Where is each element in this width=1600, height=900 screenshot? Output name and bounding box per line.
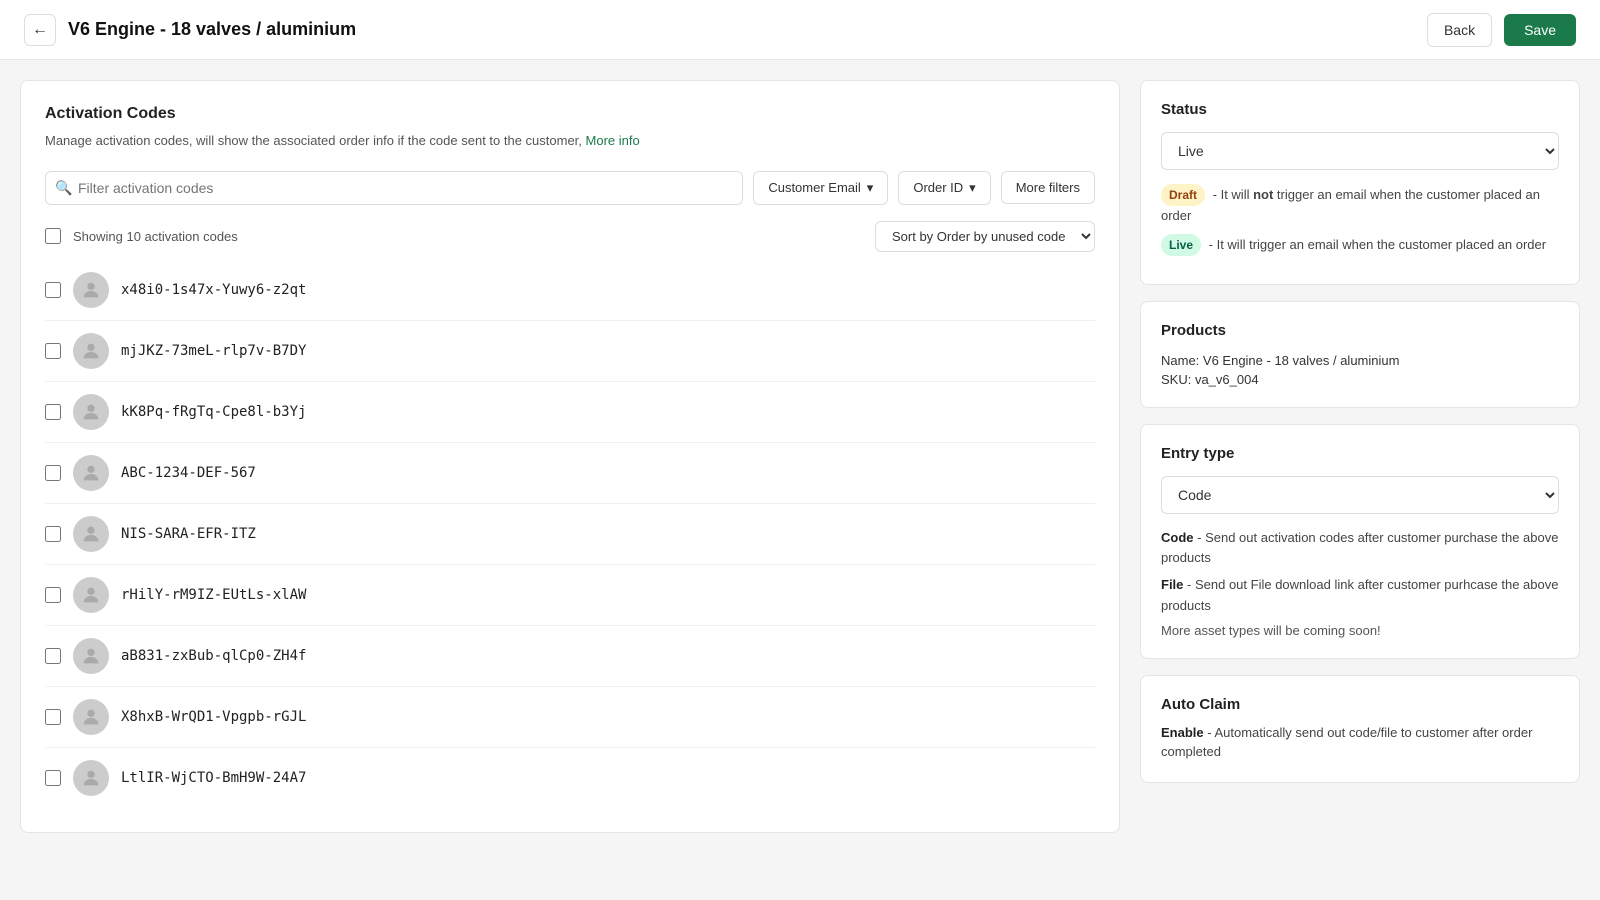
activation-code: ABC-1234-DEF-567 (121, 465, 256, 481)
codes-header-row: Showing 10 activation codes (45, 224, 238, 248)
avatar (73, 272, 109, 308)
products-title: Products (1161, 322, 1559, 339)
top-bar-left: ← V6 Engine - 18 valves / aluminium (24, 14, 356, 46)
table-row: kK8Pq-fRgTq-Cpe8l-b3Yj (45, 381, 1095, 442)
file-entry-desc: File - Send out File download link after… (1161, 575, 1559, 617)
activation-codes-description: Manage activation codes, will show the a… (45, 131, 1095, 151)
live-badge: Live (1161, 234, 1201, 256)
auto-claim-description: Enable - Automatically send out code/fil… (1161, 723, 1559, 762)
table-row: NIS-SARA-EFR-ITZ (45, 503, 1095, 564)
product-name: Name: V6 Engine - 18 valves / aluminium (1161, 353, 1559, 368)
table-row: mjJKZ-73meL-rlp7v-B7DY (45, 320, 1095, 381)
codes-count: Showing 10 activation codes (73, 229, 238, 244)
status-title: Status (1161, 101, 1559, 118)
right-panel: Status Live Draft Draft - It will not tr… (1140, 80, 1580, 833)
avatar (73, 699, 109, 735)
row-checkbox[interactable] (45, 587, 61, 603)
back-icon-button[interactable]: ← (24, 14, 56, 46)
chevron-down-icon: ▾ (969, 180, 976, 196)
search-icon: 🔍 (55, 179, 72, 196)
chevron-down-icon: ▾ (867, 180, 874, 196)
table-row: LtlIR-WjCTO-BmH9W-24A7 (45, 747, 1095, 808)
avatar (73, 333, 109, 369)
status-select[interactable]: Live Draft (1161, 132, 1559, 170)
entry-type-select[interactable]: Code File (1161, 476, 1559, 514)
draft-status-desc: Draft - It will not trigger an email whe… (1161, 184, 1559, 226)
more-info-link[interactable]: More info (586, 133, 640, 148)
row-checkbox[interactable] (45, 343, 61, 359)
avatar (73, 577, 109, 613)
row-checkbox[interactable] (45, 770, 61, 786)
activation-code: NIS-SARA-EFR-ITZ (121, 526, 256, 542)
table-row: rHilY-rM9IZ-EUtLs-xlAW (45, 564, 1095, 625)
row-checkbox[interactable] (45, 282, 61, 298)
row-checkbox[interactable] (45, 709, 61, 725)
activation-code: LtlIR-WjCTO-BmH9W-24A7 (121, 770, 306, 786)
entry-type-card: Entry type Code File Code - Send out act… (1140, 424, 1580, 659)
table-row: X8hxB-WrQD1-Vpgpb-rGJL (45, 686, 1095, 747)
avatar (73, 638, 109, 674)
save-button[interactable]: Save (1504, 14, 1576, 46)
row-checkbox[interactable] (45, 648, 61, 664)
auto-claim-card: Auto Claim Enable - Automatically send o… (1140, 675, 1580, 783)
avatar (73, 760, 109, 796)
codes-toolbar: Showing 10 activation codes Sort by Orde… (45, 221, 1095, 252)
search-input[interactable] (45, 171, 743, 205)
code-entry-desc: Code - Send out activation codes after c… (1161, 528, 1559, 570)
live-status-desc: Live - It will trigger an email when the… (1161, 234, 1559, 256)
activation-code: aB831-zxBub-qlCp0-ZH4f (121, 648, 306, 664)
table-row: aB831-zxBub-qlCp0-ZH4f (45, 625, 1095, 686)
activation-codes-title: Activation Codes (45, 105, 1095, 123)
product-sku: SKU: va_v6_004 (1161, 372, 1559, 387)
table-row: x48i0-1s47x-Yuwy6-z2qt (45, 260, 1095, 320)
activation-code: mjJKZ-73meL-rlp7v-B7DY (121, 343, 306, 359)
draft-badge: Draft (1161, 184, 1205, 206)
avatar (73, 516, 109, 552)
codes-list: x48i0-1s47x-Yuwy6-z2qt mjJKZ-73meL-rlp7v… (45, 260, 1095, 808)
row-checkbox[interactable] (45, 465, 61, 481)
row-checkbox[interactable] (45, 526, 61, 542)
auto-claim-title: Auto Claim (1161, 696, 1559, 713)
activation-code: kK8Pq-fRgTq-Cpe8l-b3Yj (121, 404, 306, 420)
products-card: Products Name: V6 Engine - 18 valves / a… (1140, 301, 1580, 408)
top-bar: ← V6 Engine - 18 valves / aluminium Back… (0, 0, 1600, 60)
table-row: ABC-1234-DEF-567 (45, 442, 1095, 503)
back-button[interactable]: Back (1427, 13, 1492, 47)
entry-coming-soon: More asset types will be coming soon! (1161, 623, 1559, 638)
filter-bar: 🔍 Customer Email ▾ Order ID ▾ More filte… (45, 171, 1095, 205)
entry-type-title: Entry type (1161, 445, 1559, 462)
row-checkbox[interactable] (45, 404, 61, 420)
status-card: Status Live Draft Draft - It will not tr… (1140, 80, 1580, 285)
sort-select[interactable]: Sort by Order by unused code (875, 221, 1095, 252)
left-panel: Activation Codes Manage activation codes… (20, 80, 1120, 833)
customer-email-filter-button[interactable]: Customer Email ▾ (753, 171, 888, 205)
activation-code: x48i0-1s47x-Yuwy6-z2qt (121, 282, 306, 298)
avatar (73, 394, 109, 430)
top-bar-right: Back Save (1427, 13, 1576, 47)
main-content: Activation Codes Manage activation codes… (0, 60, 1600, 853)
order-id-filter-button[interactable]: Order ID ▾ (898, 171, 990, 205)
activation-code: rHilY-rM9IZ-EUtLs-xlAW (121, 587, 306, 603)
search-wrapper: 🔍 (45, 171, 743, 205)
more-filters-button[interactable]: More filters (1001, 171, 1095, 204)
page-title: V6 Engine - 18 valves / aluminium (68, 19, 356, 40)
avatar (73, 455, 109, 491)
select-all-checkbox[interactable] (45, 228, 61, 244)
activation-code: X8hxB-WrQD1-Vpgpb-rGJL (121, 709, 306, 725)
